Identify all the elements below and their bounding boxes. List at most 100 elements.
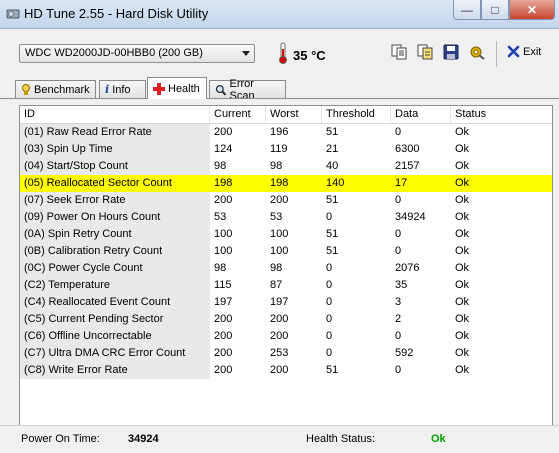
drive-select-value: WDC WD2000JD-00HBB0 (200 GB) bbox=[25, 47, 203, 59]
copy-all-icon[interactable] bbox=[417, 44, 433, 60]
table-row[interactable]: (C2) Temperature 115 87 0 35 Ok bbox=[20, 277, 552, 294]
table-row[interactable]: (05) Reallocated Sector Count 198 198 140 17… bbox=[20, 175, 552, 192]
cell-threshold: 40 bbox=[326, 160, 339, 172]
tab-bar: Benchmark i Info Health Error Scan bbox=[0, 77, 559, 102]
power-on-value: 34924 bbox=[128, 433, 159, 445]
table-row[interactable]: (04) Start/Stop Count 98 98 40 2157 Ok bbox=[20, 158, 552, 175]
cell-id: (05) Reallocated Sector Count bbox=[24, 177, 172, 189]
cell-current: 115 bbox=[214, 279, 232, 291]
cell-status: Ok bbox=[455, 245, 470, 257]
cell-threshold: 51 bbox=[326, 245, 339, 257]
health-status-value: Ok bbox=[431, 433, 446, 445]
column-header-current[interactable]: Current bbox=[210, 106, 266, 123]
table-row[interactable]: (C5) Current Pending Sector 200 200 0 2 Ok bbox=[20, 311, 552, 328]
cell-id: (07) Seek Error Rate bbox=[20, 192, 210, 209]
cell-current: 200 bbox=[214, 347, 233, 359]
copy-icon[interactable] bbox=[391, 44, 407, 60]
cell-threshold: 51 bbox=[326, 364, 339, 376]
table-row[interactable]: (C4) Reallocated Event Count 197 197 0 3 Ok bbox=[20, 294, 552, 311]
cell-id: (C4) Reallocated Event Count bbox=[20, 294, 210, 311]
temperature-value: 35 °C bbox=[293, 48, 326, 63]
cell-data: 2157 bbox=[395, 160, 420, 172]
cell-data: 2076 bbox=[395, 262, 420, 274]
exit-label: Exit bbox=[523, 45, 542, 58]
tab-error-scan[interactable]: Error Scan bbox=[209, 78, 286, 102]
cell-worst: 200 bbox=[270, 330, 289, 342]
cell-id: (03) Spin Up Time bbox=[20, 141, 210, 158]
cell-threshold: 0 bbox=[326, 313, 333, 325]
table-row[interactable]: (0A) Spin Retry Count 100 100 51 0 Ok bbox=[20, 226, 552, 243]
tab-health-label: Health bbox=[168, 82, 200, 95]
cell-current: 200 bbox=[214, 313, 233, 325]
cell-current: 200 bbox=[214, 330, 233, 342]
cell-data: 0 bbox=[395, 330, 402, 342]
table-row[interactable]: (0C) Power Cycle Count 98 98 0 2076 Ok bbox=[20, 260, 552, 277]
cell-worst: 200 bbox=[270, 194, 289, 206]
table-row[interactable]: (C8) Write Error Rate 200 200 51 0 Ok bbox=[20, 362, 552, 379]
cell-status: Ok bbox=[455, 177, 470, 189]
cell-status: Ok bbox=[455, 143, 470, 155]
exit-button[interactable]: Exit bbox=[507, 45, 541, 58]
cell-current: 124 bbox=[214, 143, 233, 155]
cell-worst: 198 bbox=[270, 177, 289, 189]
table-row[interactable]: (C6) Offline Uncorrectable 200 200 0 0 Ok bbox=[20, 328, 552, 345]
health-panel: ID Current Worst Threshold Data Status (… bbox=[0, 98, 559, 453]
cell-status: Ok bbox=[455, 160, 470, 172]
save-icon[interactable] bbox=[443, 44, 459, 60]
table-row[interactable]: (03) Spin Up Time 124 119 21 6300 Ok bbox=[20, 141, 552, 158]
tab-benchmark[interactable]: Benchmark bbox=[15, 80, 96, 98]
table-row[interactable]: (07) Seek Error Rate 200 200 51 0 Ok bbox=[20, 192, 552, 209]
smart-table[interactable]: ID Current Worst Threshold Data Status (… bbox=[19, 105, 553, 430]
column-header-worst[interactable]: Worst bbox=[266, 106, 322, 123]
column-header-data[interactable]: Data bbox=[391, 106, 451, 123]
cell-threshold: 0 bbox=[326, 330, 333, 342]
cell-current: 53 bbox=[214, 211, 227, 223]
tab-benchmark-label: Benchmark bbox=[34, 83, 90, 96]
cell-worst: 100 bbox=[270, 228, 289, 240]
column-header-threshold[interactable]: Threshold bbox=[322, 106, 391, 123]
table-row[interactable]: (C7) Ultra DMA CRC Error Count 200 253 0 592… bbox=[20, 345, 552, 362]
cell-worst: 119 bbox=[270, 143, 288, 155]
title-bar: HD Tune 2.55 - Hard Disk Utility — □ ✕ bbox=[0, 0, 559, 29]
cell-threshold: 51 bbox=[326, 194, 339, 206]
cell-id: (0B) Calibration Retry Count bbox=[20, 243, 210, 260]
tab-health[interactable]: Health bbox=[147, 77, 207, 99]
table-row[interactable]: (01) Raw Read Error Rate 200 196 51 0 Ok bbox=[20, 124, 552, 141]
cell-status: Ok bbox=[455, 211, 470, 223]
close-button[interactable]: ✕ bbox=[509, 0, 555, 20]
column-header-id[interactable]: ID bbox=[20, 106, 210, 123]
toolbar: WDC WD2000JD-00HBB0 (200 GB) 35 °C Exit bbox=[0, 29, 559, 79]
minimize-button[interactable]: — bbox=[453, 0, 481, 20]
cell-id: (0C) Power Cycle Count bbox=[20, 260, 210, 277]
maximize-button[interactable]: □ bbox=[481, 0, 509, 20]
status-bar: Power On Time: 34924 Health Status: Ok bbox=[0, 425, 559, 453]
cell-data: 6300 bbox=[395, 143, 420, 155]
drive-select[interactable]: WDC WD2000JD-00HBB0 (200 GB) bbox=[19, 44, 255, 63]
table-row[interactable]: (09) Power On Hours Count 53 53 0 34924 Ok bbox=[20, 209, 552, 226]
cell-id: (C7) Ultra DMA CRC Error Count bbox=[20, 345, 210, 362]
cell-status: Ok bbox=[455, 330, 470, 342]
cell-worst: 87 bbox=[270, 279, 283, 291]
cell-status: Ok bbox=[455, 126, 470, 138]
column-header-status[interactable]: Status bbox=[451, 106, 552, 123]
cell-status: Ok bbox=[455, 347, 470, 359]
tab-info[interactable]: i Info bbox=[99, 80, 146, 98]
table-row[interactable]: (0B) Calibration Retry Count 100 100 51 0 Ok bbox=[20, 243, 552, 260]
cell-status: Ok bbox=[455, 228, 470, 240]
cell-worst: 100 bbox=[270, 245, 289, 257]
cell-id: (C6) Offline Uncorrectable bbox=[20, 328, 210, 345]
cell-worst: 98 bbox=[270, 160, 283, 172]
cell-status: Ok bbox=[455, 364, 470, 376]
exit-icon bbox=[507, 45, 520, 58]
cell-current: 100 bbox=[214, 228, 233, 240]
cell-status: Ok bbox=[455, 194, 470, 206]
cell-status: Ok bbox=[455, 296, 470, 308]
health-cross-icon bbox=[153, 82, 165, 95]
cell-current: 198 bbox=[214, 177, 233, 189]
info-icon: i bbox=[105, 83, 110, 96]
cell-threshold: 0 bbox=[326, 279, 333, 291]
cell-data: 17 bbox=[395, 177, 408, 189]
cell-data: 0 bbox=[395, 245, 402, 257]
app-icon bbox=[6, 9, 20, 19]
settings-icon[interactable] bbox=[469, 44, 485, 60]
